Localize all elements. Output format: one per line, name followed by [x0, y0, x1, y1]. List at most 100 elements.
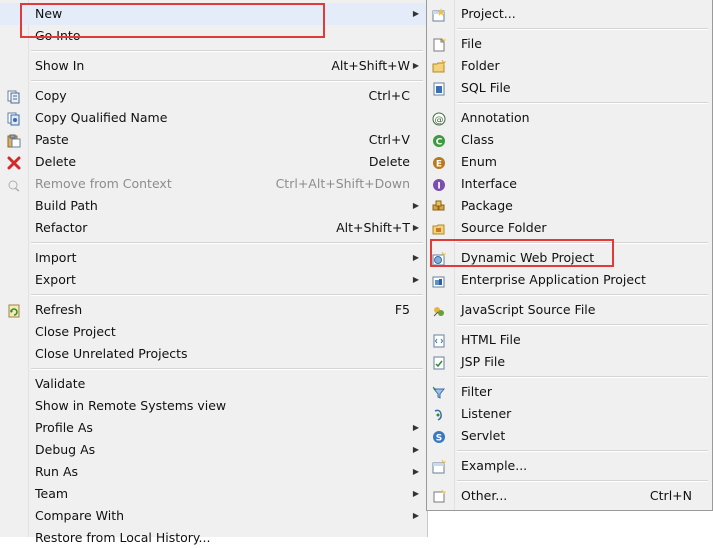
submenu-item-other[interactable]: Other... Ctrl+N: [427, 485, 712, 507]
menu-item-show-in[interactable]: Show In Alt+Shift+W ▶: [0, 55, 427, 77]
submenu-arrow-icon: ▶: [412, 253, 419, 262]
submenu-arrow-icon: ▶: [412, 61, 419, 70]
submenu-arrow-icon: ▶: [412, 9, 419, 18]
submenu-item-filter[interactable]: Filter: [427, 381, 712, 403]
submenu-item-annotation[interactable]: @ Annotation: [427, 107, 712, 129]
submenu-item-enum[interactable]: E Enum: [427, 151, 712, 173]
menu-item-copy[interactable]: Copy Ctrl+C: [0, 85, 427, 107]
menu-item-label: Package: [461, 198, 513, 213]
menu-item-build-path[interactable]: Build Path ▶: [0, 195, 427, 217]
menu-item-import[interactable]: Import ▶: [0, 247, 427, 269]
example-icon: [432, 459, 447, 474]
menu-item-label: Interface: [461, 176, 517, 191]
menu-item-label: JavaScript Source File: [461, 302, 596, 317]
menu-item-run-as[interactable]: Run As ▶: [0, 461, 427, 483]
menu-item-copy-qualified-name[interactable]: Copy Qualified Name: [0, 107, 427, 129]
menu-item-export[interactable]: Export ▶: [0, 269, 427, 291]
menu-item-label: Close Project: [35, 324, 116, 339]
menu-item-label: Paste: [35, 132, 69, 147]
menu-item-shortcut: Delete: [368, 154, 410, 169]
submenu-item-listener[interactable]: Listener: [427, 403, 712, 425]
menu-separator: [457, 450, 708, 452]
menu-item-team[interactable]: Team ▶: [0, 483, 427, 505]
menu-item-label: Compare With: [35, 508, 125, 523]
menu-item-validate[interactable]: Validate: [0, 373, 427, 395]
paste-icon: [7, 133, 21, 148]
menu-separator: [31, 80, 423, 82]
submenu-item-enterprise-application-project[interactable]: Enterprise Application Project: [427, 269, 712, 291]
menu-item-label: Export: [35, 272, 76, 287]
menu-item-debug-as[interactable]: Debug As ▶: [0, 439, 427, 461]
submenu-item-folder[interactable]: Folder: [427, 55, 712, 77]
menu-item-compare-with[interactable]: Compare With ▶: [0, 505, 427, 527]
submenu-item-file[interactable]: File: [427, 33, 712, 55]
menu-separator: [457, 28, 708, 30]
copy-icon: [7, 89, 21, 104]
svg-text:I: I: [437, 182, 440, 192]
svg-text:C: C: [436, 138, 443, 148]
class-icon: C: [432, 133, 446, 148]
menu-item-shortcut: Alt+Shift+W: [331, 58, 410, 73]
menu-item-close-project[interactable]: Close Project: [0, 321, 427, 343]
menu-item-label: Close Unrelated Projects: [35, 346, 188, 361]
submenu-item-html-file[interactable]: HTML File: [427, 329, 712, 351]
package-icon: [432, 199, 446, 213]
menu-item-label: Project...: [461, 6, 516, 21]
menu-item-label: Team: [35, 486, 69, 501]
menu-item-go-into[interactable]: Go Into: [0, 25, 427, 47]
submenu-arrow-icon: ▶: [412, 223, 419, 232]
menu-separator: [457, 324, 708, 326]
submenu-item-interface[interactable]: I Interface: [427, 173, 712, 195]
svg-text:E: E: [436, 160, 442, 170]
folder-icon: [432, 59, 447, 73]
menu-item-delete[interactable]: Delete Delete: [0, 151, 427, 173]
source-folder-icon: [432, 221, 446, 235]
menu-separator: [457, 242, 708, 244]
menu-item-new[interactable]: New ▶: [0, 3, 427, 25]
menu-item-label: Listener: [461, 406, 512, 421]
submenu-item-servlet[interactable]: S Servlet: [427, 425, 712, 447]
menu-item-label: Copy: [35, 88, 67, 103]
submenu-item-example[interactable]: Example...: [427, 455, 712, 477]
menu-item-shortcut: Ctrl+Alt+Shift+Down: [275, 176, 410, 191]
menu-item-show-in-remote-systems-view[interactable]: Show in Remote Systems view: [0, 395, 427, 417]
submenu-item-package[interactable]: Package: [427, 195, 712, 217]
menu-item-profile-as[interactable]: Profile As ▶: [0, 417, 427, 439]
submenu-item-class[interactable]: C Class: [427, 129, 712, 151]
submenu-item-source-folder[interactable]: Source Folder: [427, 217, 712, 239]
menu-separator: [31, 294, 423, 296]
submenu-arrow-icon: ▶: [412, 423, 419, 432]
menu-item-label: Run As: [35, 464, 79, 479]
menu-item-label: HTML File: [461, 332, 521, 347]
menu-item-paste[interactable]: Paste Ctrl+V: [0, 129, 427, 151]
interface-icon: I: [432, 177, 446, 192]
listener-icon: [432, 407, 446, 421]
menu-item-label: Show in Remote Systems view: [35, 398, 227, 413]
menu-item-refresh[interactable]: Refresh F5: [0, 299, 427, 321]
menu-item-remove-from-context[interactable]: Remove from Context Ctrl+Alt+Shift+Down: [0, 173, 427, 195]
annotation-icon: @: [432, 111, 446, 126]
submenu-item-javascript-source-file[interactable]: JavaScript Source File: [427, 299, 712, 321]
menu-item-restore-from-local-history[interactable]: Restore from Local History...: [0, 527, 427, 549]
file-icon: [432, 37, 447, 52]
menu-separator: [457, 376, 708, 378]
submenu-item-sql-file[interactable]: SQL File: [427, 77, 712, 99]
filter-icon: [432, 385, 446, 399]
menu-item-label: New: [35, 6, 63, 21]
dynamic-web-project-icon: [432, 251, 447, 266]
menu-item-label: Refresh: [35, 302, 83, 317]
submenu-item-dynamic-web-project[interactable]: Dynamic Web Project: [427, 247, 712, 269]
menu-separator: [31, 242, 423, 244]
submenu-item-project[interactable]: Project...: [427, 3, 712, 25]
menu-item-label: Other...: [461, 488, 508, 503]
javascript-source-file-icon: [432, 303, 446, 317]
menu-item-label: Restore from Local History...: [35, 530, 211, 545]
menu-item-close-unrelated-projects[interactable]: Close Unrelated Projects: [0, 343, 427, 365]
menu-separator: [457, 294, 708, 296]
menu-item-label: Delete: [35, 154, 77, 169]
menu-separator: [457, 480, 708, 482]
menu-item-shortcut: Ctrl+V: [368, 132, 410, 147]
submenu-item-jsp-file[interactable]: JSP File: [427, 351, 712, 373]
menu-item-label: Copy Qualified Name: [35, 110, 168, 125]
menu-item-refactor[interactable]: Refactor Alt+Shift+T ▶: [0, 217, 427, 239]
